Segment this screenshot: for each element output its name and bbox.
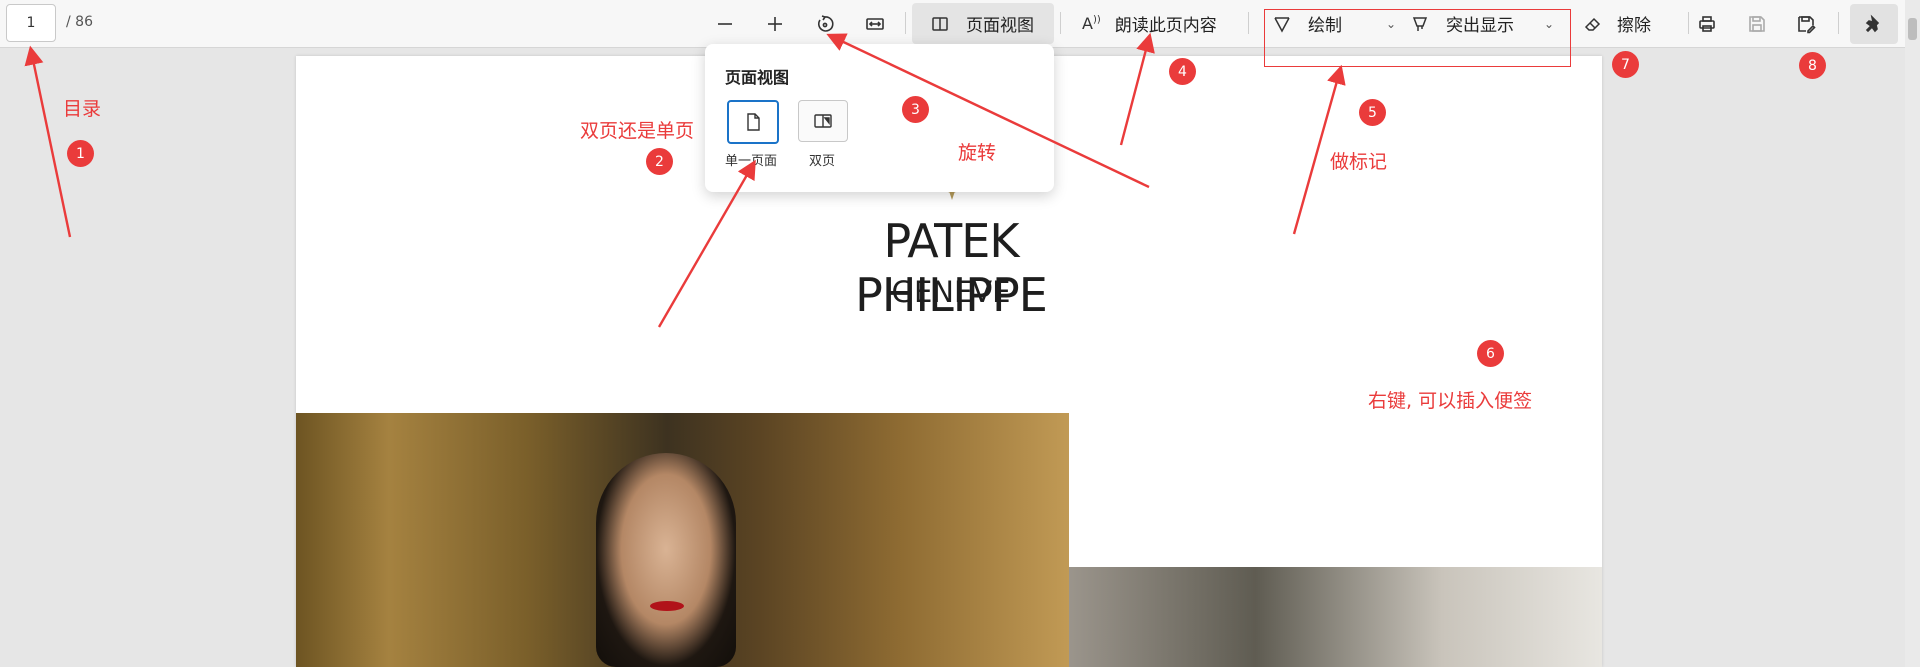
page-total: / 86	[66, 14, 93, 30]
badge-6: 6	[1477, 340, 1504, 367]
page-view-popup: 页面视图 单一页面 双页	[705, 44, 1054, 192]
portrait-face	[596, 453, 736, 667]
arrow-toc	[24, 45, 72, 238]
eraser-icon	[1584, 17, 1601, 31]
annotation-rotate: 旋转	[958, 142, 997, 164]
two-page-option[interactable]	[798, 100, 848, 142]
annotation-right-click-note: 右键, 可以插入便签	[1368, 390, 1533, 412]
zoom-in-button[interactable]	[755, 0, 795, 47]
zoom-in-icon	[768, 16, 782, 31]
badge-1: 1	[67, 140, 94, 167]
toolbar-separator	[1838, 12, 1839, 34]
portrait-lips	[650, 601, 684, 611]
page-view-icon	[932, 16, 948, 31]
fit-width-icon	[866, 17, 884, 30]
two-page-label: 双页	[808, 154, 835, 169]
toolbar: 1 / 86 页面视图 A)) 朗读此页内容 绘制 ⌄ 突出显示 ⌄ 擦除	[0, 0, 1920, 48]
single-page-icon	[747, 113, 760, 131]
toolbar-separator	[1248, 12, 1249, 34]
badge-8: 8	[1799, 52, 1826, 79]
two-page-icon	[814, 114, 832, 128]
photo-portrait	[296, 413, 1069, 667]
rotate-button[interactable]	[805, 0, 845, 47]
single-page-label: 单一页面	[724, 154, 777, 169]
annotation-mark: 做标记	[1330, 151, 1388, 173]
badge-7: 7	[1612, 51, 1639, 78]
annotation-double-or-single: 双页还是单页	[580, 120, 695, 142]
page-view-button[interactable]: 页面视图	[912, 3, 1054, 44]
logo-subtitle: GENEVE	[891, 275, 1011, 309]
scrollbar-thumb[interactable]	[1908, 18, 1917, 40]
read-aloud-button[interactable]: A)) 朗读此页内容	[1082, 0, 1217, 47]
single-page-option[interactable]	[727, 100, 779, 144]
save-as-icon	[1798, 15, 1816, 33]
toolbar-separator	[1060, 12, 1061, 34]
page-view-label: 页面视图	[966, 16, 1034, 36]
toolbar-separator	[905, 12, 906, 34]
annotation-toc: 目录	[63, 98, 102, 120]
save-icon	[1749, 15, 1765, 32]
page-number-input[interactable]: 1	[6, 4, 56, 42]
badge-4: 4	[1169, 58, 1196, 85]
erase-label: 擦除	[1617, 16, 1651, 36]
save-button[interactable]	[1737, 0, 1777, 47]
read-aloud-icon: A))	[1082, 14, 1101, 33]
pin-icon	[1865, 14, 1880, 33]
badge-3: 3	[902, 96, 929, 123]
scrollbar[interactable]	[1905, 0, 1920, 667]
rotate-icon	[817, 14, 834, 32]
pin-button[interactable]	[1850, 4, 1898, 44]
erase-button[interactable]: 擦除	[1583, 0, 1651, 47]
fit-width-button[interactable]	[855, 0, 895, 47]
photo-accessory	[1069, 567, 1602, 667]
popup-title: 页面视图	[725, 68, 790, 87]
save-as-button[interactable]	[1786, 0, 1826, 47]
zoom-out-button[interactable]	[705, 0, 745, 47]
zoom-out-icon	[718, 22, 732, 25]
print-icon	[1699, 15, 1715, 32]
badge-2: 2	[646, 148, 673, 175]
print-button[interactable]	[1687, 0, 1727, 47]
annotation-highlight-box	[1264, 9, 1571, 67]
read-aloud-label: 朗读此页内容	[1114, 16, 1217, 36]
badge-5: 5	[1359, 99, 1386, 126]
